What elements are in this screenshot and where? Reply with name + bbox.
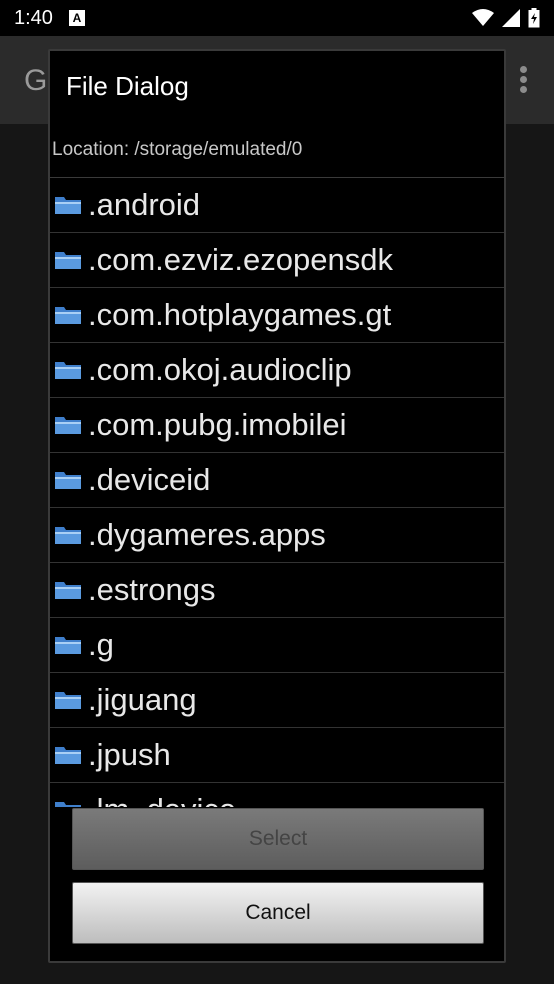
folder-icon bbox=[55, 747, 81, 764]
list-item-label: .g bbox=[88, 627, 114, 662]
folder-icon bbox=[55, 802, 81, 807]
folder-icon bbox=[55, 527, 81, 544]
status-time: 1:40 bbox=[14, 6, 53, 29]
list-item-label: .dygameres.apps bbox=[88, 517, 326, 552]
list-item-label: .lm_device bbox=[88, 792, 236, 807]
select-button[interactable]: Select bbox=[72, 808, 484, 870]
list-item[interactable]: .android bbox=[50, 178, 504, 233]
wifi-icon bbox=[472, 9, 494, 26]
list-item[interactable]: .estrongs bbox=[50, 563, 504, 618]
folder-icon bbox=[55, 417, 81, 434]
list-item-label: .estrongs bbox=[88, 572, 216, 607]
folder-icon bbox=[55, 472, 81, 489]
list-item-label: .jiguang bbox=[88, 682, 197, 717]
list-item[interactable]: .com.hotplaygames.gt bbox=[50, 288, 504, 343]
list-item-label: .deviceid bbox=[88, 462, 211, 497]
list-item[interactable]: .com.ezviz.ezopensdk bbox=[50, 233, 504, 288]
folder-icon bbox=[55, 307, 81, 324]
cancel-button[interactable]: Cancel bbox=[72, 882, 484, 944]
battery-icon bbox=[528, 8, 540, 28]
folder-icon bbox=[55, 197, 81, 214]
list-item[interactable]: .jiguang bbox=[50, 673, 504, 728]
list-item[interactable]: .lm_device bbox=[50, 783, 504, 807]
dialog-title: File Dialog bbox=[66, 71, 189, 101]
notification-icon: A bbox=[68, 10, 85, 26]
location-label: Location: /storage/emulated/0 bbox=[52, 139, 303, 160]
list-item[interactable]: .dygameres.apps bbox=[50, 508, 504, 563]
file-dialog: File Dialog Location: /storage/emulated/… bbox=[48, 49, 506, 963]
list-item-label: .com.ezviz.ezopensdk bbox=[88, 242, 393, 277]
folder-icon bbox=[55, 692, 81, 709]
list-item-label: .com.hotplaygames.gt bbox=[88, 297, 392, 332]
folder-icon bbox=[55, 252, 81, 269]
signal-icon bbox=[502, 9, 520, 27]
list-item[interactable]: .com.pubg.imobilei bbox=[50, 398, 504, 453]
list-item[interactable]: .deviceid bbox=[50, 453, 504, 508]
list-item[interactable]: .jpush bbox=[50, 728, 504, 783]
screen: 1:40 A G File Dialog Location: /storage/… bbox=[0, 0, 554, 984]
list-item[interactable]: .com.okoj.audioclip bbox=[50, 343, 504, 398]
folder-icon bbox=[55, 362, 81, 379]
list-item-label: .android bbox=[88, 187, 201, 222]
file-list[interactable]: .android .com.ezviz.ezopensdk .com.hotplay… bbox=[50, 177, 504, 807]
status-bar: 1:40 A bbox=[0, 0, 554, 36]
folder-icon bbox=[55, 637, 81, 654]
list-item-label: .com.pubg.imobilei bbox=[88, 407, 347, 442]
folder-icon bbox=[55, 582, 81, 599]
app-title: G bbox=[24, 64, 48, 97]
list-item-label: .jpush bbox=[88, 737, 171, 772]
overflow-menu-icon[interactable] bbox=[520, 66, 528, 94]
list-item-label: .com.okoj.audioclip bbox=[88, 352, 352, 387]
list-item[interactable]: .g bbox=[50, 618, 504, 673]
status-icons bbox=[472, 8, 540, 28]
